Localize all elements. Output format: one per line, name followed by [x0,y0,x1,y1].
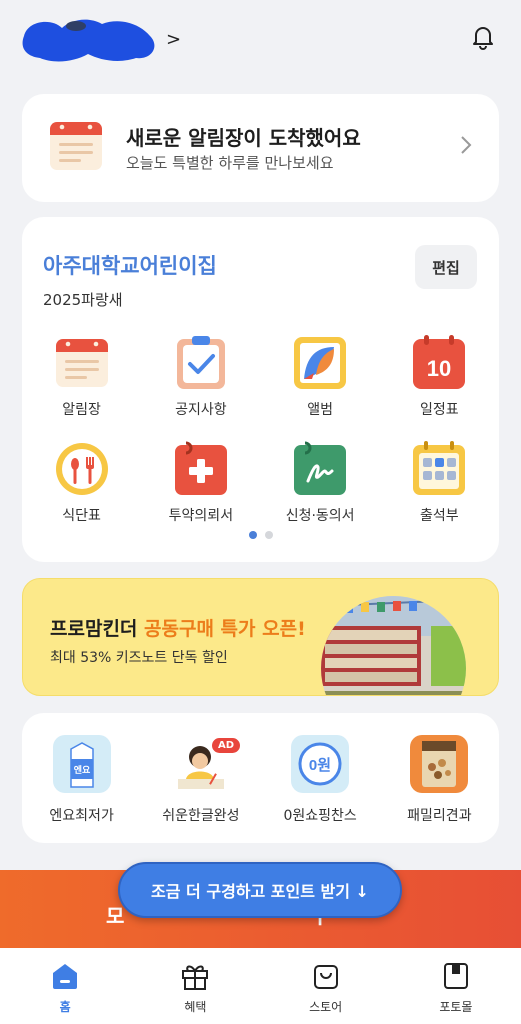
shopping-bag-icon [310,960,342,992]
notification-bell-icon[interactable] [471,24,495,50]
clipboard-check-icon [173,335,229,391]
shop-item-enyo[interactable]: 엔요 엔요최저가 [22,735,141,825]
new-notice-card[interactable]: 새로운 알림장이 도착했어요 오늘도 특별한 하루를 만나보세요 [22,94,499,202]
shop-label: 쉬운한글완성 [162,808,240,824]
menu-label: 일정표 [420,402,459,418]
tab-label: 스토어 [309,1000,343,1014]
browse-points-button[interactable]: 조금 더 구경하고 포인트 받기 ↓ [118,862,402,918]
menu-label: 출석부 [420,508,459,524]
menu-label: 공지사항 [175,402,227,418]
menu-item-album[interactable]: 앨범 [261,335,380,419]
menu-label: 투약의뢰서 [168,508,234,524]
profile-chevron-icon: > [166,28,182,50]
menu-label: 신청·동의서 [285,508,355,524]
tab-label: 혜택 [184,1000,207,1014]
tab-benefits[interactable]: 혜택 [130,948,260,1024]
album-icon [292,335,348,391]
menu-label: 식단표 [62,508,101,524]
menu-item-attendance[interactable]: 출석부 [380,441,499,525]
chevron-right-icon [459,134,473,156]
tab-photomall[interactable]: 포토몰 [391,948,521,1024]
top-header: > [0,0,521,80]
shop-item-hangul[interactable]: 쉬운한글완성 [141,735,260,825]
shop-grid: 엔요 엔요최저가 쉬운한글완성 0원 0원쇼핑찬스 패밀리견과 [22,735,499,825]
page-dot-active[interactable] [248,531,257,539]
attendance-grid-icon [411,441,467,497]
notebook-icon [54,335,110,391]
signature-form-icon [292,441,348,497]
menu-item-consent[interactable]: 신청·동의서 [261,441,380,525]
shop-label: 패밀리견과 [407,808,472,824]
school-menu-card: 아주대학교어린이집 2025파랑새 편집 알림장 공지사항 앨범 10 일정표 … [22,217,499,562]
meal-plate-icon [54,441,110,497]
kidsnote-home-screen: > 새로운 알림장이 도착했어요 오늘도 특별한 하루를 만나보세요 아주대학교… [0,0,521,1024]
tab-label: 홈 [59,1000,71,1014]
menu-item-medication[interactable]: 투약의뢰서 [141,441,260,525]
shop-item-nuts[interactable]: 패밀리견과 [380,735,499,825]
banner-subtitle: 최대 53% 키즈노트 단독 할인 [50,650,228,666]
shop-item-zero-won[interactable]: 0원 0원쇼핑찬스 [261,735,380,825]
banner-classroom-image [321,596,466,695]
calendar-icon: 10 [411,335,467,391]
notebook-icon [49,121,103,171]
banner-title: 프로맘킨더 공동구매 특가 오픈! [50,614,306,641]
milk-carton-image: 엔요 [52,735,111,793]
shop-label: 0원쇼핑찬스 [283,808,357,824]
shop-label: 엔요최저가 [49,808,114,824]
menu-item-calendar[interactable]: 10 일정표 [380,335,499,419]
page-indicator [22,531,499,539]
gift-icon [179,960,211,992]
school-menu-grid: 알림장 공지사항 앨범 10 일정표 식단표 투약의뢰서 신청·동의서 출석부 [22,335,499,525]
banner-title-highlight: 공동구매 특가 오픈! [144,618,306,640]
tab-label: 포토몰 [439,1000,473,1014]
milk-carton-text: 엔요 [73,764,90,775]
home-icon [49,960,81,992]
ad-badge: AD [212,738,241,753]
menu-label: 앨범 [307,402,333,418]
page-dot[interactable] [264,531,273,539]
school-name: 아주대학교어린이집 [43,254,217,278]
menu-label: 알림장 [62,402,101,418]
menu-item-notice[interactable]: 공지사항 [141,335,260,419]
photo-book-icon [440,960,472,992]
zero-won-text: 0원 [309,757,331,774]
zero-won-image: 0원 [291,735,350,793]
calendar-day-number: 10 [427,356,451,381]
notice-subtitle: 오늘도 특별한 하루를 만나보세요 [126,154,334,172]
class-name: 2025파랑새 [43,291,123,309]
mixed-nuts-image [410,735,469,793]
tab-home[interactable]: 홈 [0,948,130,1024]
shop-shortcuts-card: 엔요 엔요최저가 쉬운한글완성 0원 0원쇼핑찬스 패밀리견과 [22,713,499,843]
promo-banner[interactable]: 프로맘킨더 공동구매 특가 오픈! 최대 53% 키즈노트 단독 할인 [22,578,499,696]
menu-item-meal[interactable]: 식단표 [22,441,141,525]
banner-title-prefix: 프로맘킨더 [50,618,145,640]
edit-button[interactable]: 편집 [415,245,477,289]
tab-store[interactable]: 스토어 [261,948,391,1024]
medicine-kit-icon [173,441,229,497]
bottom-tab-bar: 홈 혜택 스토어 포토몰 [0,948,521,1024]
menu-item-notebook[interactable]: 알림장 [22,335,141,419]
notice-title: 새로운 알림장이 도착했어요 [126,126,361,150]
profile-selector[interactable]: > [18,14,181,64]
redacted-profile-name [18,14,160,64]
